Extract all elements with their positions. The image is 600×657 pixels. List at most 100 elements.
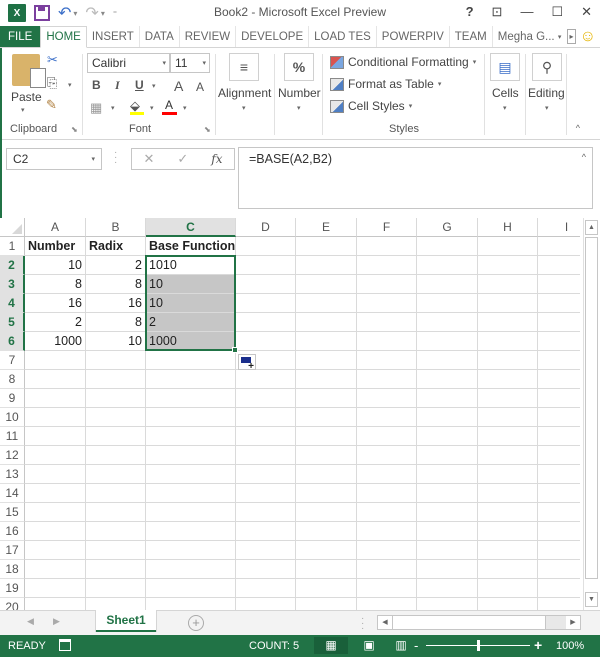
cell-h9[interactable] (478, 389, 538, 408)
cell-c10[interactable] (146, 408, 236, 427)
tab-team[interactable]: TEAM (450, 26, 493, 47)
cancel-icon[interactable]: ✕ (143, 151, 154, 167)
cell-c8[interactable] (146, 370, 236, 389)
row-header-20[interactable]: 20 (0, 598, 25, 610)
cell-f10[interactable] (357, 408, 417, 427)
cell-b20[interactable] (86, 598, 146, 610)
font-name-select[interactable]: Calibri ▾ (87, 53, 170, 73)
cell-g13[interactable] (417, 465, 478, 484)
cell-c12[interactable] (146, 446, 236, 465)
normal-view-icon[interactable]: ▦ (314, 637, 348, 654)
tab-file[interactable]: FILE (0, 26, 41, 47)
cell-b16[interactable] (86, 522, 146, 541)
cell-i5[interactable] (538, 313, 580, 332)
cell-d14[interactable] (236, 484, 296, 503)
italic-button[interactable]: I (115, 78, 120, 93)
cell-c7[interactable] (146, 351, 236, 370)
scroll-right-icon[interactable]: ▶ (566, 616, 580, 629)
cell-e12[interactable] (296, 446, 357, 465)
cell-d19[interactable] (236, 579, 296, 598)
cell-d2[interactable] (236, 256, 296, 275)
cell-d13[interactable] (236, 465, 296, 484)
cell-c5[interactable]: 2 (146, 313, 236, 332)
cell-e20[interactable] (296, 598, 357, 610)
quick-analysis-icon[interactable] (238, 354, 256, 372)
cell-f1[interactable] (357, 237, 417, 256)
tab-insert[interactable]: INSERT (87, 26, 140, 47)
cell-b14[interactable] (86, 484, 146, 503)
column-header-a[interactable]: A (25, 218, 86, 237)
cell-i12[interactable] (538, 446, 580, 465)
cell-e16[interactable] (296, 522, 357, 541)
cells-dropdown-icon[interactable]: ▾ (503, 104, 507, 112)
paste-icon[interactable] (12, 54, 46, 88)
cell-c13[interactable] (146, 465, 236, 484)
cell-e19[interactable] (296, 579, 357, 598)
cell-c11[interactable] (146, 427, 236, 446)
cell-d9[interactable] (236, 389, 296, 408)
cell-g12[interactable] (417, 446, 478, 465)
vertical-scrollbar[interactable]: ▲ ▼ (583, 218, 598, 610)
editing-button[interactable]: Editing (528, 86, 565, 100)
cell-i15[interactable] (538, 503, 580, 522)
feedback-smiley-icon[interactable]: ☺ (576, 26, 600, 47)
cell-f7[interactable] (357, 351, 417, 370)
cell-h1[interactable] (478, 237, 538, 256)
prev-sheet-icon[interactable]: ◀ (27, 616, 34, 627)
cell-d17[interactable] (236, 541, 296, 560)
cell-i4[interactable] (538, 294, 580, 313)
column-header-b[interactable]: B (86, 218, 146, 237)
cell-f9[interactable] (357, 389, 417, 408)
cell-a2[interactable]: 10 (25, 256, 86, 275)
cell-b2[interactable]: 2 (86, 256, 146, 275)
cell-d20[interactable] (236, 598, 296, 610)
cell-f2[interactable] (357, 256, 417, 275)
cell-f12[interactable] (357, 446, 417, 465)
cell-g5[interactable] (417, 313, 478, 332)
cell-h2[interactable] (478, 256, 538, 275)
vertical-scroll-thumb[interactable] (585, 237, 598, 579)
cell-h4[interactable] (478, 294, 538, 313)
alignment-button[interactable]: Alignment (218, 86, 271, 100)
cell-f3[interactable] (357, 275, 417, 294)
cell-f5[interactable] (357, 313, 417, 332)
cell-b5[interactable]: 8 (86, 313, 146, 332)
format-as-table-button[interactable]: Format as Table ▾ (330, 77, 441, 91)
page-layout-view-icon[interactable]: ▣ (360, 637, 378, 654)
cell-d5[interactable] (236, 313, 296, 332)
cell-e15[interactable] (296, 503, 357, 522)
cell-e1[interactable] (296, 237, 357, 256)
cell-h8[interactable] (478, 370, 538, 389)
cell-b19[interactable] (86, 579, 146, 598)
cell-g17[interactable] (417, 541, 478, 560)
insert-function-icon[interactable]: fx (211, 152, 222, 166)
cell-h6[interactable] (478, 332, 538, 351)
cell-f18[interactable] (357, 560, 417, 579)
cell-a8[interactable] (25, 370, 86, 389)
font-color-button[interactable]: A (165, 98, 173, 112)
alignment-icon[interactable]: ≡ (229, 53, 259, 81)
tab-review[interactable]: REVIEW (180, 26, 237, 47)
zoom-slider-knob[interactable] (477, 640, 480, 651)
cell-h17[interactable] (478, 541, 538, 560)
cell-d4[interactable] (236, 294, 296, 313)
column-header-e[interactable]: E (296, 218, 357, 237)
cell-g4[interactable] (417, 294, 478, 313)
shrink-font-button[interactable]: A (196, 80, 204, 94)
cell-i16[interactable] (538, 522, 580, 541)
cell-c1[interactable]: Base Function (146, 237, 236, 256)
name-box[interactable]: C2 ▾ (6, 148, 102, 170)
cell-f8[interactable] (357, 370, 417, 389)
cell-h18[interactable] (478, 560, 538, 579)
cell-i13[interactable] (538, 465, 580, 484)
borders-icon[interactable]: ▦ (90, 100, 102, 116)
tab-split-handle[interactable]: · · · (361, 614, 364, 634)
ribbon-display-options-icon[interactable]: ⊡ (492, 4, 503, 20)
zoom-out-button[interactable]: - (414, 638, 418, 653)
cell-d11[interactable] (236, 427, 296, 446)
cell-c15[interactable] (146, 503, 236, 522)
cell-a5[interactable]: 2 (25, 313, 86, 332)
cell-h19[interactable] (478, 579, 538, 598)
font-launcher-icon[interactable]: ⬊ (204, 125, 211, 134)
row-header-7[interactable]: 7 (0, 351, 25, 370)
